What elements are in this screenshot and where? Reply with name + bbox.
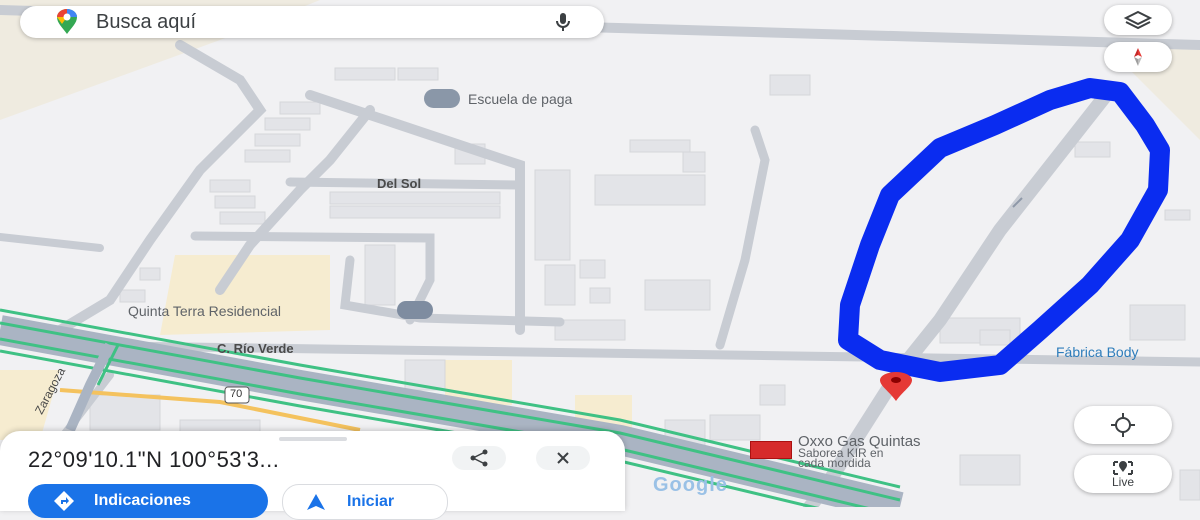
google-logo: Google — [653, 474, 728, 496]
directions-button[interactable]: Indicaciones — [28, 484, 268, 518]
layers-button[interactable] — [1104, 5, 1172, 35]
share-button[interactable] — [452, 446, 506, 470]
layers-icon — [1123, 10, 1153, 30]
location-pin-icon[interactable] — [874, 372, 918, 402]
highway-shield-label: 70 — [230, 388, 243, 400]
live-label: Live — [1111, 474, 1134, 489]
poi-residential-icon[interactable] — [397, 301, 433, 319]
compass-icon — [1134, 48, 1142, 66]
compass-button[interactable] — [1104, 42, 1172, 72]
my-location-button[interactable] — [1074, 406, 1172, 444]
crosshair-icon — [1111, 413, 1135, 437]
directions-icon — [54, 491, 74, 511]
start-button[interactable]: Iniciar — [282, 484, 448, 520]
school-label[interactable]: Escuela de paga — [468, 91, 572, 107]
share-icon — [470, 449, 488, 467]
search-input[interactable]: Busca aquí — [96, 11, 552, 34]
store-sub2-label: cada mordida — [798, 456, 871, 470]
live-view-icon — [1113, 460, 1133, 475]
residential-label[interactable]: Quinta Terra Residencial — [128, 303, 281, 319]
live-view-button[interactable]: Live — [1074, 455, 1172, 493]
street-del-sol-label: Del Sol — [377, 176, 422, 191]
factory-label[interactable]: Fábrica Body — [1056, 344, 1138, 360]
sheet-drag-handle[interactable] — [279, 437, 347, 441]
poi-school-icon[interactable] — [424, 89, 460, 108]
navigation-arrow-icon — [307, 494, 325, 510]
close-icon — [557, 452, 569, 464]
street-rio-verde-label: C. Río Verde — [217, 341, 294, 356]
directions-label: Indicaciones — [94, 492, 191, 509]
place-bottom-sheet[interactable]: 22°09'10.1"N 100°53'3... Indicaciones In… — [0, 431, 625, 520]
close-button[interactable] — [536, 446, 590, 470]
store-icon[interactable] — [750, 441, 792, 459]
search-bar[interactable]: Busca aquí — [20, 6, 604, 38]
maps-logo-icon — [57, 9, 77, 34]
microphone-icon[interactable] — [552, 11, 574, 33]
coordinates-title: 22°09'10.1"N 100°53'3... — [28, 447, 280, 472]
start-label: Iniciar — [347, 493, 395, 510]
